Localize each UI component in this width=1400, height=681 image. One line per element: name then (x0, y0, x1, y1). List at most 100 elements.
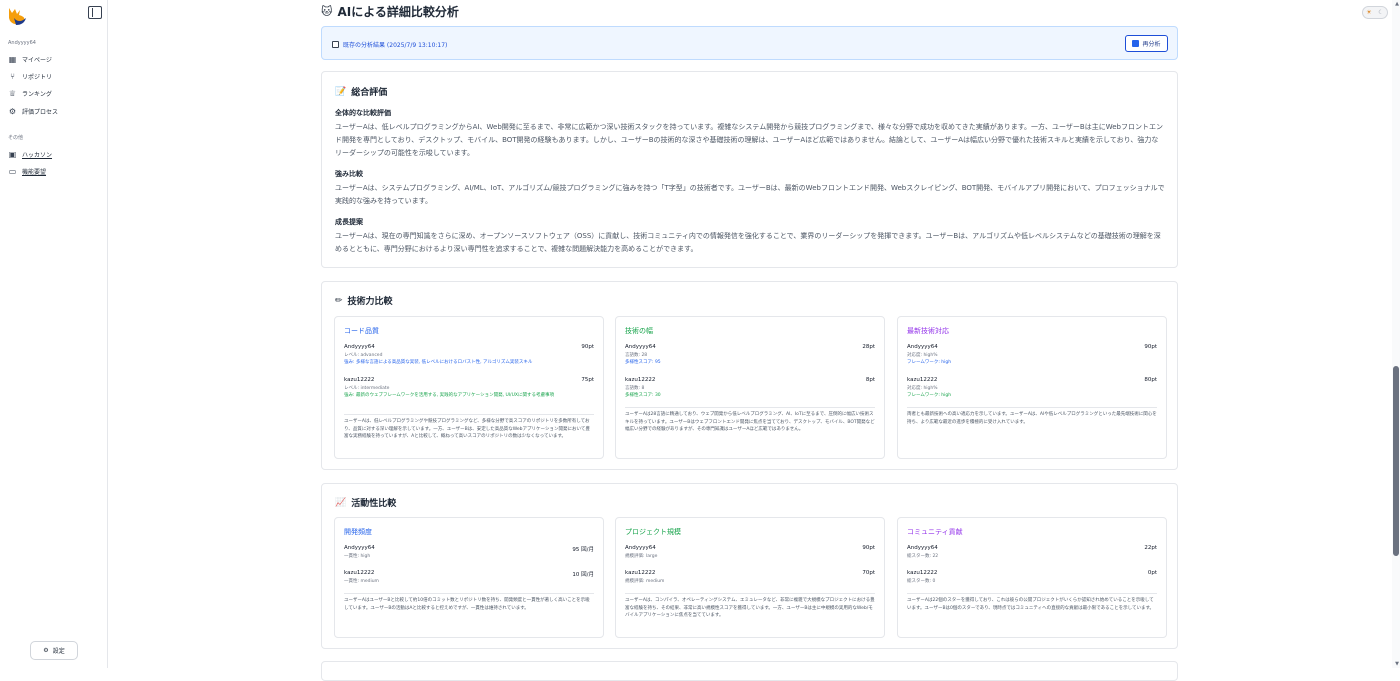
metric-title: 開発頻度 (344, 528, 372, 536)
user-b-strengths: 強み: 最新のウェブフレームワークを活用する, 実践的なアプリケーション開発, … (344, 393, 554, 398)
user-b-detail: 対応度: high% (907, 386, 938, 391)
section-body: ユーザーAは、システムプログラミング、AI/ML、IoT、アルゴリズム/競技プロ… (335, 184, 1165, 205)
user-a-detail: レベル: advanced (344, 353, 383, 358)
sidebar-item-feature-request[interactable]: ▭ 機能要望 (8, 165, 46, 177)
user-b-detail: フレームワーク: high (907, 393, 952, 398)
refresh-icon (1132, 40, 1140, 47)
next-section-card (321, 661, 1178, 681)
user-a-detail: 言語数: 28 (625, 353, 648, 358)
user-a-detail: 規模評価: large (625, 554, 658, 559)
pencil-icon: ✏ (335, 295, 343, 306)
divider (344, 593, 594, 594)
user-a-detail: 一貫性: high (344, 554, 371, 559)
sidebar-item-evaluation[interactable]: ⚙ 評価プロセス (8, 105, 58, 117)
scroll-down-icon[interactable]: ▼ (1395, 661, 1399, 667)
section-body: ユーザーAは、現在の専門知識をさらに深め、オープンソースソフトウェア（OSS）に… (335, 232, 1161, 253)
theme-toggle[interactable]: ☀ ☾ (1362, 6, 1388, 19)
scroll-up-icon[interactable]: ▲ (1395, 1, 1399, 7)
metric-card-latest-tech: 最新技術対応 Andyyyy64 90pt 対応度: high% フレームワーク:… (897, 316, 1167, 459)
sidebar-item-ranking[interactable]: ♕ ランキング (8, 87, 52, 99)
trophy-icon: ♕ (8, 88, 17, 98)
section-heading: 全体的な比較評価 (335, 109, 391, 117)
user-b-row: kazu12222 8pt (625, 377, 875, 383)
page-title: 🐱 AIによる詳細比較分析 (321, 5, 459, 19)
metric-card-code-quality: コード品質 Andyyyy64 90pt レベル: advanced 強み: 多様… (334, 316, 604, 459)
metric-title: コード品質 (344, 327, 379, 335)
metric-card-community: コミュニティ貢献 Andyyyy64 22pt 総スター数: 22 kazu122… (897, 517, 1167, 638)
divider (344, 414, 594, 415)
sidebar-item-hackathon[interactable]: ▣ ハッカソン (8, 148, 52, 160)
memo-icon: 📝 (335, 86, 347, 97)
user-b-detail: 規模評価: medium (625, 579, 665, 584)
sidebar-item-repositories[interactable]: ⑂ リポジトリ (8, 70, 52, 82)
user-b-detail: 言語数: 8 (625, 386, 645, 391)
gear-icon: ⚙ (8, 106, 17, 116)
metric-summary: ユーザーAは28言語に精通しており、ウェブ開発から低レベルプログラミング、AI、… (625, 412, 875, 432)
metric-summary: 両者とも最新技術への高い適応力を示しています。ユーザーAは、AIや低レベルプログ… (907, 412, 1157, 425)
user-a-detail: フレームワーク: high (907, 360, 952, 365)
sidebar: Andyyyy64 ▦ マイページ ⑂ リポジトリ ♕ ランキング ⚙ 評価プロ… (0, 0, 108, 668)
user-a-strengths: 強み: 多様な言語による高品質な実装, 低レベルにおけるロバスト性, アルゴリズ… (344, 360, 533, 365)
user-b-row: kazu12222 75pt (344, 377, 594, 383)
scroll-thumb[interactable] (1393, 366, 1399, 556)
user-b-detail: レベル: intermediate (344, 386, 390, 391)
sun-icon: ☀ (1366, 9, 1372, 16)
overall-title: 📝 総合評価 (335, 86, 388, 99)
settings-button[interactable]: ⚙ 設定 (30, 641, 78, 660)
reanalyze-button[interactable]: 再分析 (1125, 35, 1168, 52)
divider (907, 593, 1157, 594)
metric-title: コミュニティ貢献 (907, 528, 963, 536)
metric-summary: ユーザーAは22個のスターを獲得しており、これは彼らの公開プロジェクトがいくらか… (907, 598, 1155, 611)
metric-summary: ユーザーAは、低レベルプログラミングや競技プログラミングなど、多様な分野で高スコ… (344, 419, 590, 439)
branch-icon: ⑂ (10, 71, 15, 81)
section-heading: 成長提案 (335, 218, 363, 226)
calendar-icon (332, 41, 339, 48)
calendar-icon: ▣ (8, 149, 17, 159)
message-icon: ▭ (8, 166, 17, 176)
metric-title: 技術の幅 (625, 327, 653, 335)
analysis-timestamp: 既存の分析結果 (2025/7/9 13:10:17) (332, 40, 447, 49)
metric-card-tech-breadth: 技術の幅 Andyyyy64 28pt 言語数: 28 多様性スコア: 95 ka… (615, 316, 885, 459)
user-a-row: Andyyyy64 90pt (625, 545, 875, 551)
user-a-detail: 対応度: high% (907, 353, 938, 358)
user-b-row: kazu12222 0pt (907, 570, 1157, 576)
chart-icon: 📈 (335, 497, 347, 508)
analysis-info-bar: 既存の分析結果 (2025/7/9 13:10:17) 再分析 (321, 26, 1178, 60)
user-b-detail: 多様性スコア: 30 (625, 393, 661, 398)
robot-icon: 🐱 (321, 5, 333, 18)
user-a-detail: 多様性スコア: 95 (625, 360, 661, 365)
sidebar-username: Andyyyy64 (8, 40, 36, 46)
sidebar-item-mypage[interactable]: ▦ マイページ (8, 53, 52, 65)
tech-title: ✏ 技術力比較 (335, 295, 393, 308)
grid-icon: ▦ (8, 54, 17, 64)
overall-evaluation-card: 📝 総合評価 全体的な比較評価 ユーザーAは、低レベルプログラミングからAI、W… (321, 71, 1178, 268)
moon-icon: ☾ (1378, 9, 1384, 16)
app-logo[interactable] (6, 6, 28, 26)
user-a-detail: 総スター数: 22 (907, 554, 939, 559)
user-b-row: kazu12222 80pt (907, 377, 1157, 383)
sidebar-section-other: その他 (8, 135, 24, 141)
tech-comparison-card: ✏ 技術力比較 コード品質 Andyyyy64 90pt レベル: advance… (321, 281, 1178, 470)
user-b-detail: 一貫性: medium (344, 579, 379, 584)
user-a-row: Andyyyy64 28pt (625, 344, 875, 350)
user-b-row: kazu12222 70pt (625, 570, 875, 576)
metric-title: プロジェクト規模 (625, 528, 681, 536)
section-heading: 強み比較 (335, 170, 363, 178)
activity-title: 📈 活動性比較 (335, 497, 397, 510)
activity-comparison-card: 📈 活動性比較 開発頻度 Andyyyy64 95 回/月 一貫性: high k… (321, 483, 1178, 649)
metric-summary: ユーザーAはユーザーBと比較して約10倍のコミット数とリポジトリ数を持ち、開発頻… (344, 598, 590, 611)
divider (625, 407, 875, 408)
user-a-row: Andyyyy64 90pt (907, 344, 1157, 350)
metric-title: 最新技術対応 (907, 327, 949, 335)
user-a-row: Andyyyy64 90pt (344, 344, 594, 350)
sidebar-toggle-icon[interactable] (88, 6, 102, 19)
metric-card-dev-frequency: 開発頻度 Andyyyy64 95 回/月 一貫性: high kazu12222… (334, 517, 604, 638)
user-b-row: kazu12222 10 回/月 (344, 570, 594, 578)
gear-icon: ⚙ (43, 647, 49, 654)
scrollbar[interactable]: ▲ ▼ (1392, 0, 1400, 668)
divider (625, 593, 875, 594)
user-a-row: Andyyyy64 95 回/月 (344, 545, 594, 553)
divider (907, 407, 1157, 408)
user-b-detail: 総スター数: 0 (907, 579, 936, 584)
metric-card-project-scale: プロジェクト規模 Andyyyy64 90pt 規模評価: large kazu1… (615, 517, 885, 638)
